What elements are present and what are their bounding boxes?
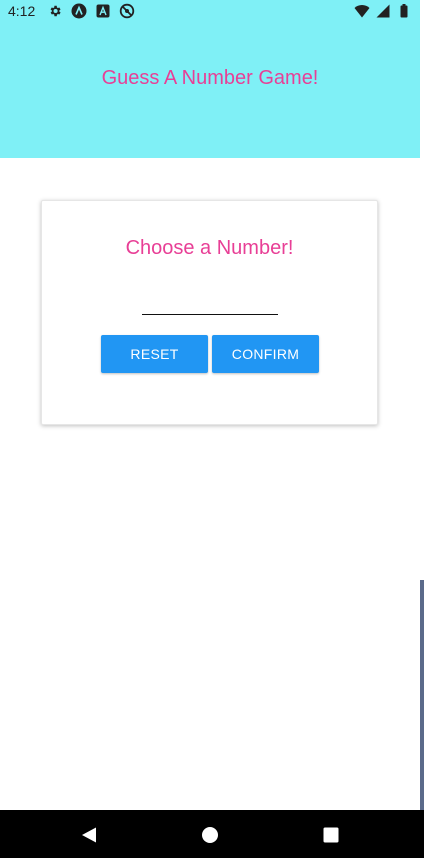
app-a-icon — [71, 3, 87, 19]
home-icon[interactable] — [201, 826, 219, 844]
cell-signal-icon — [375, 3, 391, 19]
navigation-bar — [0, 810, 424, 858]
settings-icon — [47, 3, 63, 19]
back-icon[interactable] — [80, 826, 98, 844]
recents-icon[interactable] — [322, 826, 340, 844]
status-icons-left — [47, 3, 135, 19]
wifi-icon — [354, 3, 370, 19]
number-input[interactable] — [142, 289, 278, 315]
app-header: 4:12 Guess A Number Game! — [0, 0, 420, 158]
status-icons-right — [354, 3, 412, 19]
confirm-button[interactable]: CONFIRM — [212, 335, 319, 373]
scrollbar-thumb[interactable] — [420, 580, 424, 810]
blocked-icon — [119, 3, 135, 19]
battery-icon — [396, 3, 412, 19]
status-time: 4:12 — [8, 3, 36, 19]
scrollbar-track — [420, 0, 424, 810]
reset-button[interactable]: RESET — [101, 335, 208, 373]
header-title: Guess A Number Game! — [101, 67, 319, 89]
card-title: Choose a Number! — [125, 237, 294, 259]
status-bar: 4:12 — [0, 0, 420, 22]
app-a-box-icon — [95, 3, 111, 19]
number-card: Choose a Number! RESET CONFIRM — [41, 200, 378, 425]
